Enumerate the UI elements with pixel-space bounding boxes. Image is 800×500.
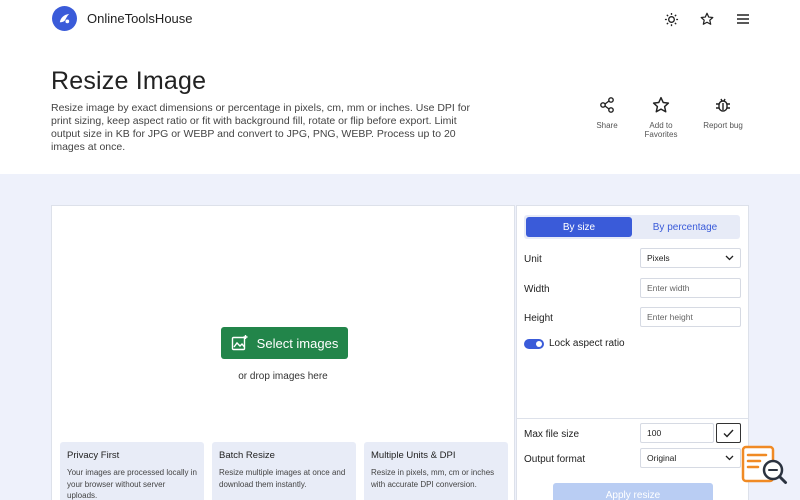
site-logo[interactable] — [52, 6, 77, 31]
width-label: Width — [524, 284, 550, 295]
page-description: Resize image by exact dimensions or perc… — [51, 102, 471, 153]
unit-select[interactable]: Pixels — [640, 248, 741, 268]
menu-icon — [737, 14, 749, 24]
max-file-size-input[interactable] — [640, 423, 714, 443]
report-bug-button[interactable]: Report bug — [698, 95, 748, 130]
share-button[interactable]: Share — [582, 95, 632, 130]
add-to-favorites-label: Add to Favorites — [644, 121, 678, 139]
lock-aspect-ratio-toggle[interactable] — [524, 339, 544, 349]
resize-mode-tabs: By size By percentage — [524, 215, 740, 239]
feature-description: Your images are processed locally in you… — [67, 468, 197, 500]
star-icon — [700, 12, 714, 25]
output-format-select[interactable]: Original — [640, 448, 741, 468]
check-icon — [723, 429, 734, 438]
lock-aspect-ratio-label: Lock aspect ratio — [549, 338, 625, 349]
drop-hint: or drop images here — [238, 371, 328, 382]
share-label: Share — [596, 121, 618, 130]
height-label: Height — [524, 313, 553, 324]
chevron-down-icon — [725, 455, 734, 461]
share-icon — [600, 97, 614, 113]
tab-by-percentage[interactable]: By percentage — [632, 217, 738, 237]
add-to-favorites-button[interactable]: Add to Favorites — [636, 95, 686, 139]
brand-name[interactable]: OnlineToolsHouse — [87, 11, 193, 26]
add-image-icon — [231, 335, 248, 351]
logo-icon — [59, 13, 70, 24]
star-icon — [652, 96, 670, 113]
feature-title: Privacy First — [67, 450, 120, 461]
height-input[interactable] — [640, 307, 741, 327]
feature-title: Multiple Units & DPI — [371, 450, 456, 461]
feature-description: Resize in pixels, mm, cm or inches with … — [371, 468, 495, 489]
favorites-button[interactable] — [698, 10, 716, 28]
feature-card-units: Multiple Units & DPI Resize in pixels, m… — [364, 442, 508, 500]
feedback-widget[interactable] — [741, 445, 791, 489]
select-images-label: Select images — [256, 335, 339, 351]
page-title: Resize Image — [51, 67, 207, 95]
feature-title: Batch Resize — [219, 450, 275, 461]
output-format-value: Original — [647, 453, 677, 463]
search-document-icon — [741, 445, 787, 484]
feature-card-batch: Batch Resize Resize multiple images at o… — [212, 442, 356, 500]
menu-button[interactable] — [734, 10, 752, 28]
toggle-knob — [536, 341, 542, 347]
top-bar: OnlineToolsHouse — [0, 0, 800, 38]
panel-divider — [516, 418, 749, 419]
theme-toggle-button[interactable] — [662, 10, 680, 28]
feature-description: Resize multiple images at once and downl… — [219, 468, 346, 489]
tab-by-size[interactable]: By size — [526, 217, 632, 237]
output-format-label: Output format — [524, 454, 586, 465]
sun-icon — [664, 12, 678, 26]
bug-icon — [716, 98, 730, 112]
report-bug-label: Report bug — [703, 121, 743, 130]
width-input[interactable] — [640, 278, 741, 298]
apply-resize-button[interactable]: Apply resize — [553, 483, 713, 500]
select-images-button[interactable]: Select images — [221, 327, 348, 359]
chevron-down-icon — [725, 255, 734, 261]
unit-label: Unit — [524, 254, 542, 265]
feature-card-privacy: Privacy First Your images are processed … — [60, 442, 204, 500]
max-file-size-label: Max file size — [524, 429, 580, 440]
confirm-max-size-button[interactable] — [716, 423, 741, 443]
unit-value: Pixels — [647, 253, 670, 263]
